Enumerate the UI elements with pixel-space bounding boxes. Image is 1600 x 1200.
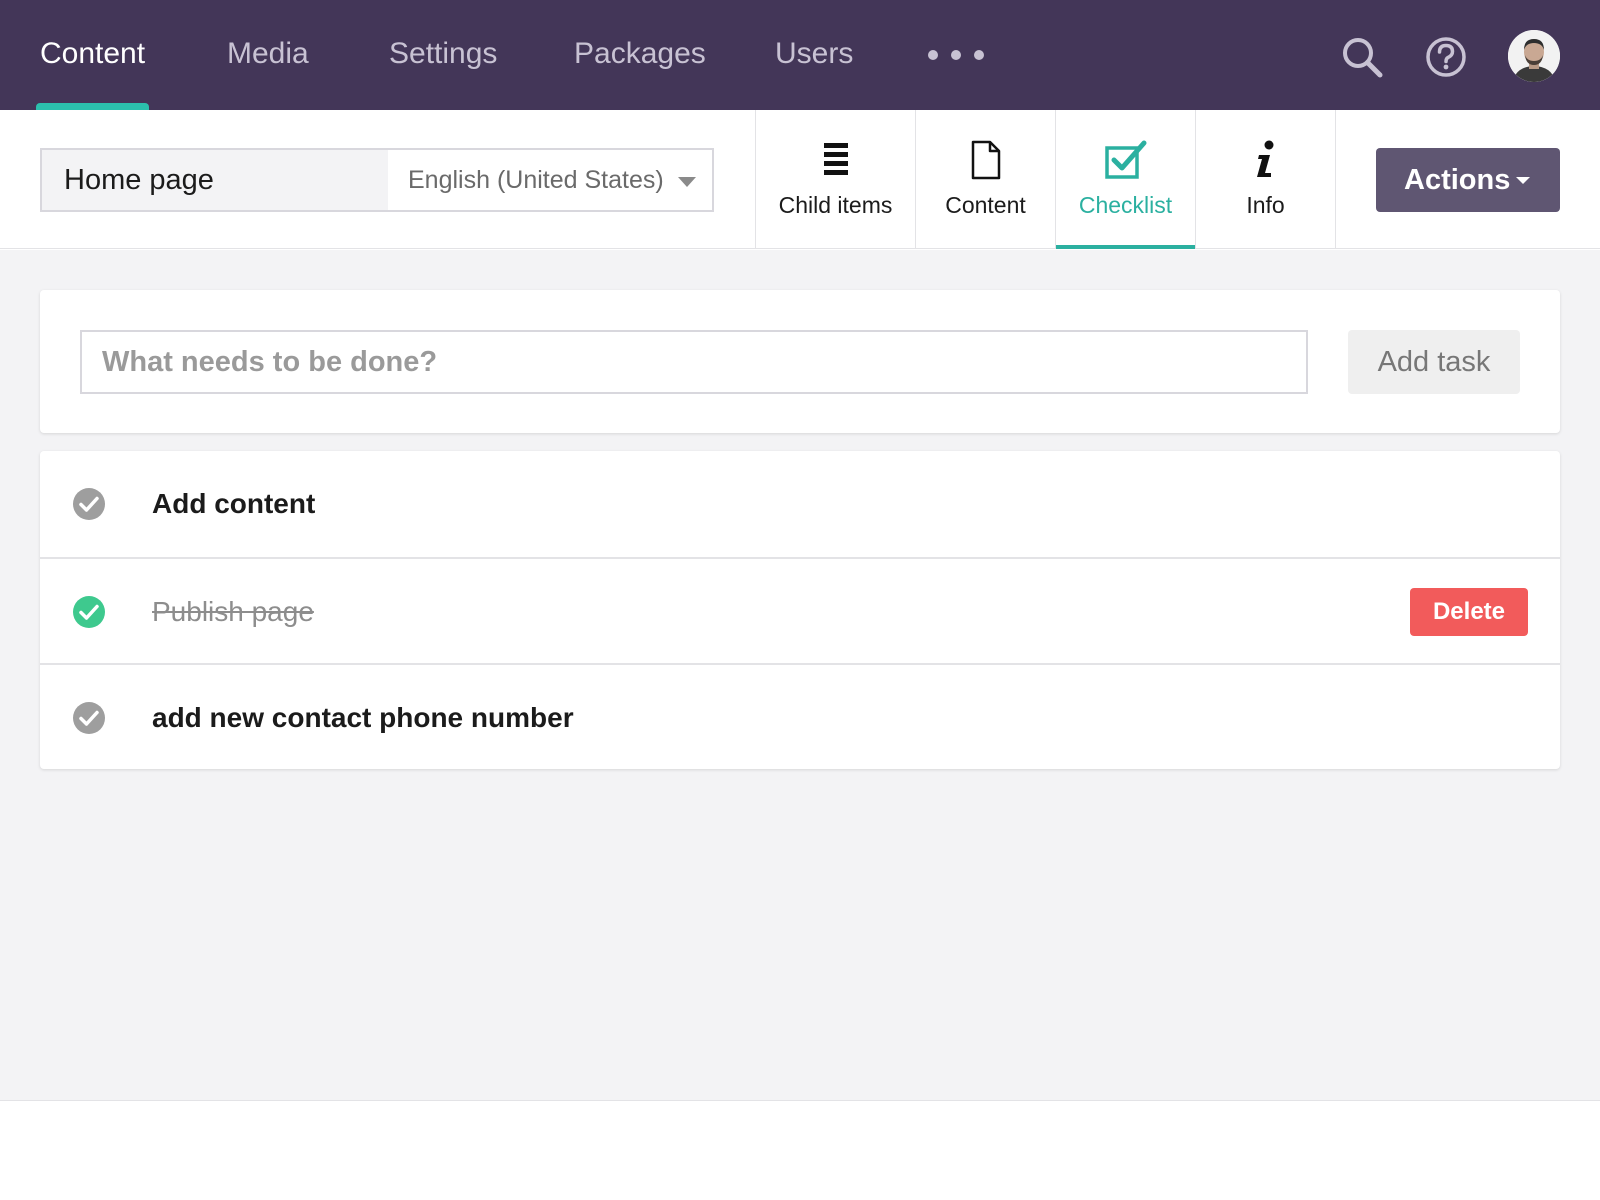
nav-media[interactable]: Media: [227, 0, 309, 110]
node-name-field[interactable]: Home page: [42, 150, 388, 210]
task-text: Publish page: [152, 596, 314, 627]
task-input[interactable]: [80, 330, 1308, 394]
tab-info[interactable]: Info: [1195, 110, 1335, 248]
caret-down-icon: [1516, 177, 1530, 184]
ellipsis-icon[interactable]: [928, 48, 984, 62]
task-row: add new contact phone number: [40, 663, 1560, 769]
add-task-button[interactable]: Add task: [1348, 330, 1520, 394]
language-label: English (United States): [408, 166, 664, 194]
search-icon[interactable]: [1340, 35, 1384, 79]
tab-child-items[interactable]: Child items: [755, 110, 915, 248]
tab-label: Content: [945, 192, 1026, 218]
node-name-box: Home page English (United States): [40, 148, 714, 212]
delete-button[interactable]: Delete: [1410, 588, 1528, 636]
info-icon: [1254, 140, 1278, 185]
task-list: Add content Publish page Delete add new …: [40, 451, 1560, 769]
nav-content[interactable]: Content: [35, 0, 150, 110]
checkbox-icon: [1104, 140, 1148, 185]
add-task-panel: Add task: [40, 290, 1560, 433]
language-select[interactable]: English (United States): [388, 150, 712, 210]
avatar[interactable]: [1508, 30, 1560, 82]
nav-packages[interactable]: Packages: [574, 0, 706, 110]
nav-settings[interactable]: Settings: [389, 0, 497, 110]
help-icon[interactable]: [1424, 35, 1468, 79]
checklist-area: Add task Add content Publish page Delete: [0, 250, 1600, 1101]
nav-users[interactable]: Users: [775, 0, 853, 110]
caret-down-icon: [678, 177, 696, 187]
editor-header: Home page English (United States) Child …: [0, 110, 1600, 249]
check-circle-icon[interactable]: [72, 487, 106, 521]
tab-label: Checklist: [1078, 192, 1173, 218]
actions-button[interactable]: Actions: [1376, 148, 1560, 212]
tab-label: Info: [1246, 192, 1285, 218]
check-circle-icon[interactable]: [72, 595, 106, 629]
document-icon: [971, 140, 1001, 185]
task-row: Add content: [40, 451, 1560, 557]
tab-content[interactable]: Content: [915, 110, 1055, 248]
actions-label: Actions: [1404, 164, 1511, 196]
check-circle-icon[interactable]: [72, 701, 106, 735]
list-icon: [822, 140, 850, 183]
top-navigation: Content Media Settings Packages Users: [0, 0, 1600, 110]
tabs-divider: [1335, 110, 1336, 248]
tab-label: Child items: [778, 192, 893, 218]
task-text: add new contact phone number: [152, 702, 574, 733]
tab-checklist[interactable]: Checklist: [1055, 110, 1195, 249]
task-row: Publish page Delete: [40, 557, 1560, 663]
task-text: Add content: [152, 488, 316, 519]
